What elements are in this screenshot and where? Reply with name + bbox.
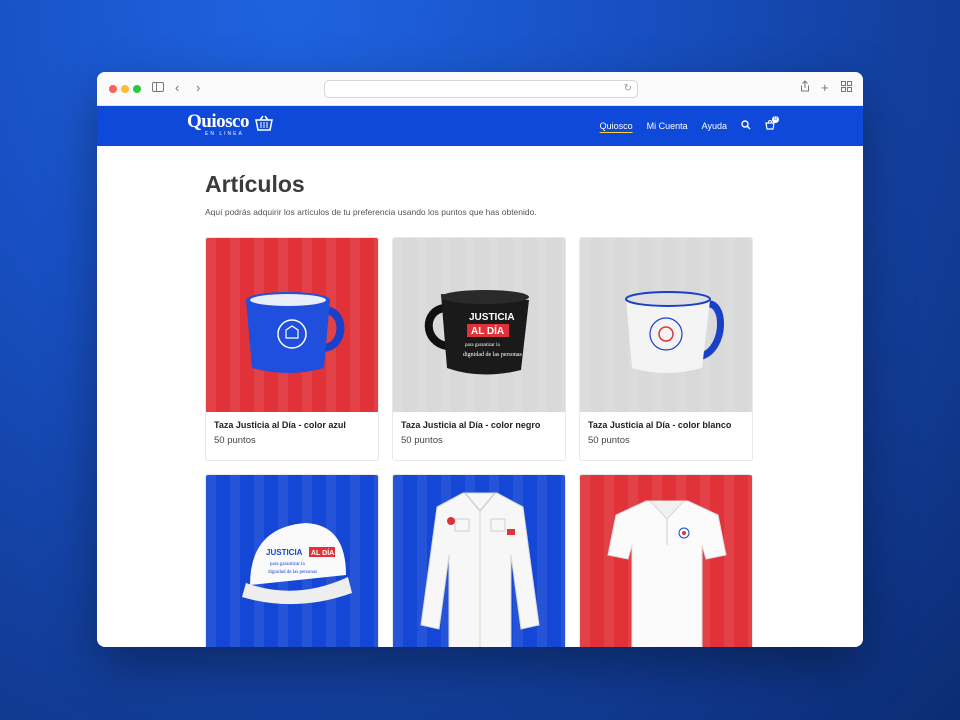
site-header: Quiosco EN LINEA Quiosco Mi Cuenta Ayuda… <box>97 106 863 146</box>
product-image[interactable]: JUSTICIA AL DÍA para garantizar la digni… <box>206 475 378 647</box>
tab-overview-icon[interactable] <box>841 80 852 96</box>
product-grid: Taza Justicia al Día - color azul 50 pun… <box>205 237 753 647</box>
cap-text-line3: para garantizar la <box>270 562 305 567</box>
white-shirt-icon <box>420 492 540 647</box>
new-tab-icon[interactable]: + <box>821 80 829 96</box>
cap-text-line1: JUSTICIA <box>266 548 303 557</box>
logo-subtext: EN LINEA <box>205 131 244 137</box>
nav-mi-cuenta[interactable]: Mi Cuenta <box>647 121 688 131</box>
nav-ayuda[interactable]: Ayuda <box>702 121 727 131</box>
mug-text-line1: JUSTICIA <box>469 312 515 323</box>
white-mug-icon <box>625 291 724 373</box>
reload-icon[interactable]: ↻ <box>624 81 632 97</box>
cart-count-badge: 0 <box>772 115 779 123</box>
browser-toolbar: ‹ › ↻ + <box>97 72 863 106</box>
black-mug-icon: JUSTICIA AL DÍA para garantizar la digni… <box>424 290 529 375</box>
page-title: Artículos <box>205 171 305 197</box>
product-image[interactable] <box>580 475 752 647</box>
cap-text-line2: AL DÍA <box>311 548 334 557</box>
browser-window: ‹ › ↻ + Quiosco EN LINEA Quiosco Mi Cuen… <box>97 72 863 647</box>
back-icon[interactable]: ‹ <box>175 80 179 96</box>
product-card[interactable]: JUSTICIA AL DÍA para garantizar la digni… <box>205 474 379 647</box>
product-card[interactable]: Taza Justicia al Día - color blanco 50 p… <box>579 237 753 461</box>
product-card[interactable] <box>392 474 566 647</box>
main-nav: Quiosco Mi Cuenta Ayuda 0 <box>600 106 779 146</box>
product-image[interactable]: JUSTICIA AL DÍA para garantizar la digni… <box>393 238 565 412</box>
product-card[interactable] <box>579 474 753 647</box>
mug-text-line2: AL DÍA <box>471 324 504 337</box>
white-polo-icon <box>607 500 727 647</box>
cart-icon[interactable]: 0 <box>765 115 779 133</box>
maximize-window-button[interactable] <box>133 85 141 93</box>
mug-text-line4: dignidad de las personas <box>463 352 522 358</box>
minimize-window-button[interactable] <box>121 85 129 93</box>
basket-logo-icon <box>255 115 273 136</box>
product-name[interactable]: Taza Justicia al Día - color blanco <box>588 420 744 430</box>
forward-icon[interactable]: › <box>196 80 200 96</box>
search-icon[interactable] <box>741 119 751 133</box>
nav-quiosco[interactable]: Quiosco <box>600 121 633 131</box>
share-icon[interactable] <box>800 80 810 96</box>
white-cap-icon: JUSTICIA AL DÍA para garantizar la digni… <box>242 523 352 605</box>
logo-text: Quiosco <box>187 111 249 132</box>
blue-mug-icon <box>246 292 345 373</box>
product-card[interactable]: Taza Justicia al Día - color azul 50 pun… <box>205 237 379 461</box>
product-image[interactable] <box>206 238 378 412</box>
product-points: 50 puntos <box>401 435 443 446</box>
site-logo[interactable]: Quiosco EN LINEA <box>187 111 273 137</box>
close-window-button[interactable] <box>109 85 117 93</box>
address-bar[interactable]: ↻ <box>324 80 638 98</box>
product-image[interactable] <box>580 238 752 412</box>
mug-text-line3: para garantizar la <box>465 343 500 348</box>
page-subtitle: Aquí podrás adquirir los artículos de tu… <box>205 207 537 217</box>
product-name[interactable]: Taza Justicia al Día - color azul <box>214 420 370 430</box>
cap-text-line4: dignidad de las personas <box>268 570 317 575</box>
product-name[interactable]: Taza Justicia al Día - color negro <box>401 420 557 430</box>
product-points: 50 puntos <box>588 435 630 446</box>
main-content: Artículos Aquí podrás adquirir los artíc… <box>205 171 753 647</box>
product-card[interactable]: JUSTICIA AL DÍA para garantizar la digni… <box>392 237 566 461</box>
product-image[interactable] <box>393 475 565 647</box>
sidebar-toggle-icon[interactable] <box>152 80 164 96</box>
product-points: 50 puntos <box>214 435 256 446</box>
